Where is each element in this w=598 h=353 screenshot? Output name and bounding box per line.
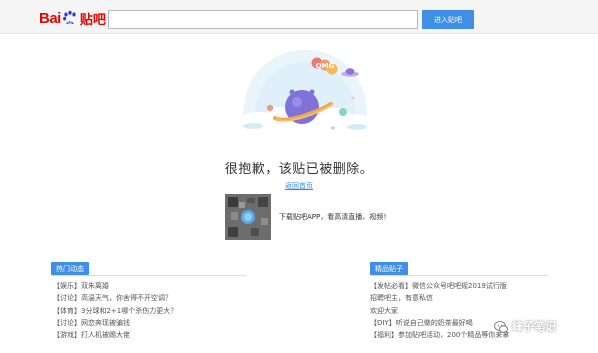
svg-text:du: du xyxy=(68,20,72,24)
search-input[interactable] xyxy=(108,10,418,29)
list-item[interactable]: 【娱乐】双朱离婚 xyxy=(53,280,177,292)
list-item[interactable]: 招聘吧主，有意私信 xyxy=(370,292,509,304)
paw-icon: du xyxy=(62,10,78,26)
wechat-icon xyxy=(493,319,509,333)
list-item[interactable]: 【DIY】听说自己做的奶茶最好喝 xyxy=(370,317,509,329)
tieba-logo[interactable]: Bai du 贴吧 xyxy=(39,9,106,27)
featured-posts-title: 精品贴子 xyxy=(370,262,408,275)
hot-topics-title: 热门动态 xyxy=(51,262,89,275)
list-item[interactable]: 【体育】3分球和2+1哪个杀伤力更大？ xyxy=(53,305,177,317)
list-item[interactable]: 【讨论】高温天气，你舍得不开空调？ xyxy=(53,292,177,304)
deleted-message: 很抱歉，该贴已被删除。 xyxy=(224,162,374,177)
qr-code-image xyxy=(225,194,271,240)
back-to-home-link[interactable]: 返回首页 xyxy=(0,181,598,191)
hot-topics-list: 【娱乐】双朱离婚 【讨论】高温天气，你舍得不开空调？ 【体育】3分球和2+1哪个… xyxy=(53,280,177,341)
list-item[interactable]: 【福利】参加贴吧活动，200个精品等你来拿 xyxy=(370,329,509,341)
logo-text-tieba: 贴吧 xyxy=(79,11,106,27)
top-bar: Bai du 贴吧 进入贴吧 xyxy=(0,0,598,34)
wechat-watermark: 峰子笔记 xyxy=(493,318,556,334)
list-item[interactable]: 【发帖必看】微信公众号吧吧规2019试行版 xyxy=(370,280,509,292)
list-item[interactable]: 【讨论】网恋奔现被骗钱 xyxy=(53,317,177,329)
hot-topics-divider xyxy=(51,275,246,276)
list-item[interactable]: 欢迎大家 xyxy=(370,305,509,317)
enter-tieba-button[interactable]: 进入贴吧 xyxy=(422,10,474,29)
app-download-text[interactable]: 下载贴吧APP，看高清直播、视频！ xyxy=(279,212,390,222)
deleted-post-illustration: OMG xyxy=(235,40,375,150)
watermark-text: 峰子笔记 xyxy=(512,320,556,333)
featured-posts-list: 【发帖必看】微信公众号吧吧规2019试行版 招聘吧主，有意私信 欢迎大家 【DI… xyxy=(370,280,509,341)
featured-posts-divider xyxy=(370,275,548,276)
list-item[interactable]: 【游戏】打人机被踢大佬 xyxy=(53,329,177,341)
logo-text-bai: Bai xyxy=(39,9,61,27)
svg-text:OMG: OMG xyxy=(316,62,335,70)
